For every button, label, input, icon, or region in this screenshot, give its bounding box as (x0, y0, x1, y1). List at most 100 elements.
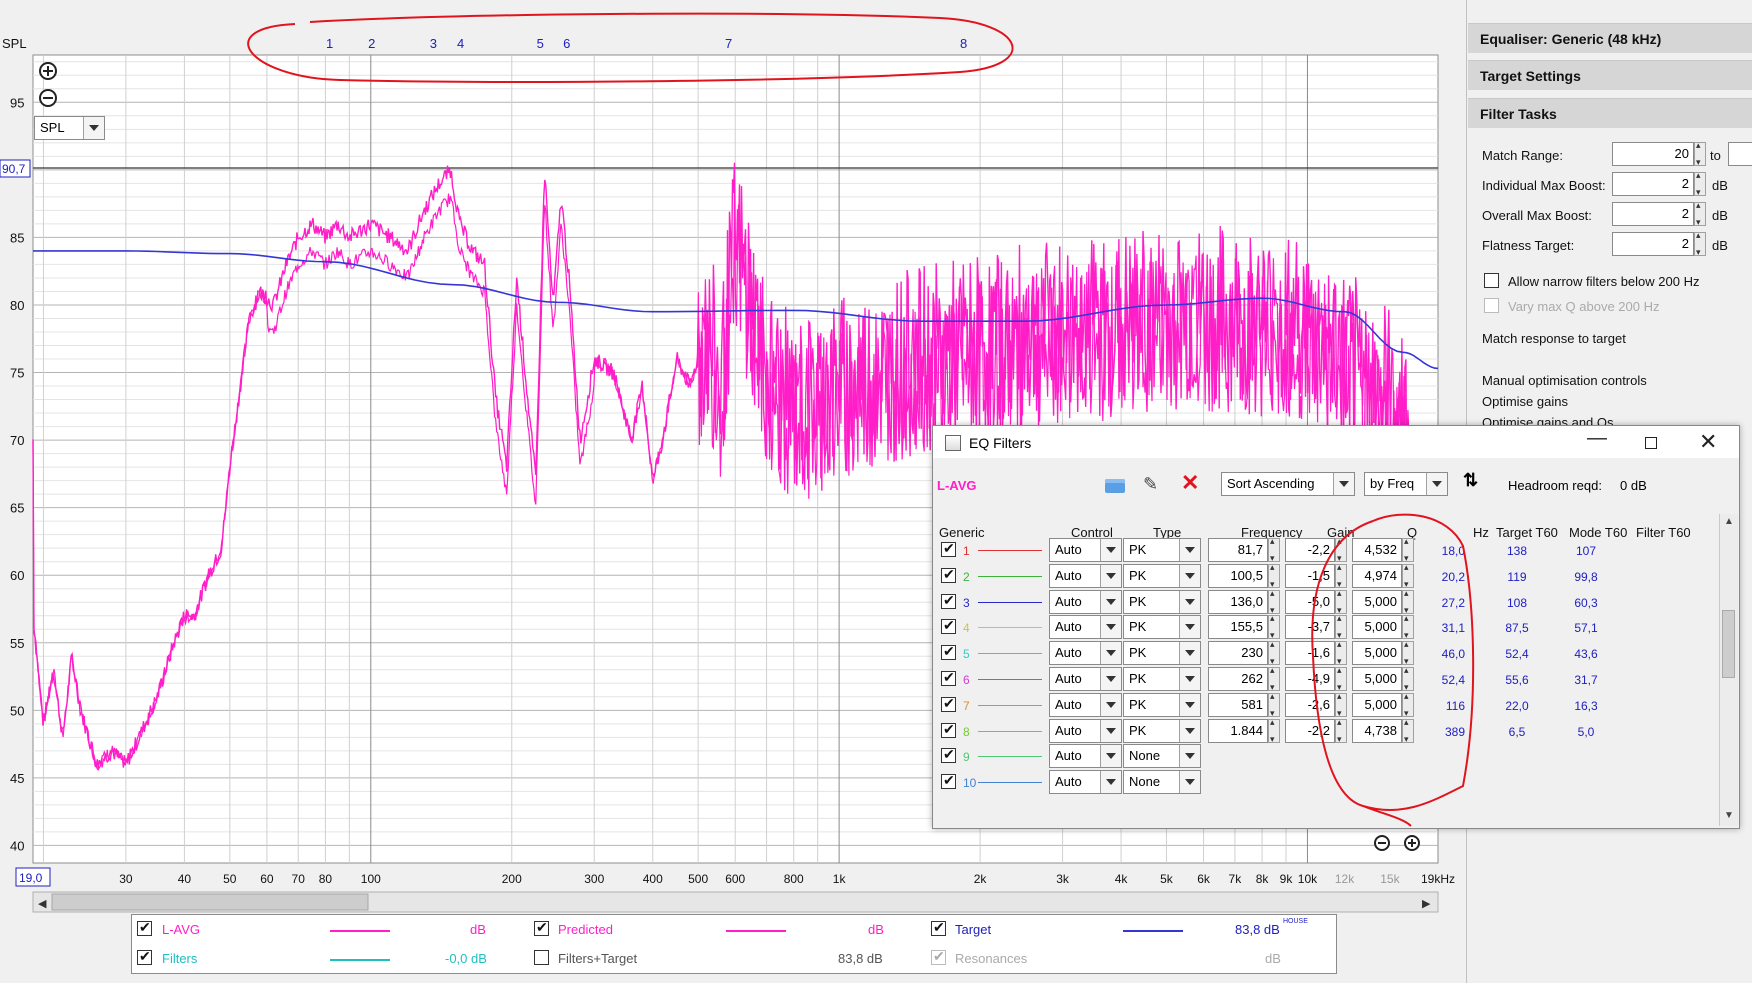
scroll-up-icon[interactable]: ▲ (1724, 516, 1734, 527)
legend-box (131, 914, 1337, 974)
match-range-input[interactable]: 20 (1612, 142, 1694, 166)
match-range-stepper[interactable] (1694, 140, 1706, 168)
x-tick-label: 12k (1335, 872, 1355, 886)
x-tick-label: 1k (833, 872, 847, 886)
y-tick-label: 85 (10, 230, 24, 245)
lavg-legend-value: dB (470, 922, 486, 937)
equaliser-header[interactable]: Equaliser: Generic (48 kHz) (1468, 23, 1752, 53)
overall-max-boost-unit: dB (1712, 208, 1728, 223)
y-tick-label: 65 (10, 501, 24, 516)
flatness-target-label: Flatness Target: (1482, 238, 1575, 253)
manual-optimisation-label: Manual optimisation controls (1482, 373, 1647, 388)
x-tick-label: 3k (1056, 872, 1070, 886)
spl-mode-value: SPL (40, 120, 65, 135)
x-tick-label: 600 (725, 872, 745, 886)
eq-scrollbar-thumb[interactable] (1722, 610, 1735, 678)
filter-tasks-header[interactable]: Filter Tasks (1468, 98, 1752, 128)
filter-marker[interactable]: 7 (725, 36, 732, 51)
y-tick-label: 70 (10, 433, 24, 448)
x-tick-label: 70 (292, 872, 306, 886)
overall-max-boost-input[interactable]: 2 (1612, 202, 1694, 226)
target-checkbox[interactable] (931, 919, 946, 936)
x-tick-label: 400 (643, 872, 663, 886)
match-range-upper-input[interactable] (1728, 142, 1752, 166)
x-tick-label: 15k (1380, 872, 1400, 886)
x-tick-label: 7k (1229, 872, 1243, 886)
filters-target-legend-label: Filters+Target (558, 951, 638, 966)
predicted-checkbox[interactable] (534, 919, 549, 936)
filter-marker[interactable]: 6 (563, 36, 570, 51)
zoom-out-icon[interactable] (39, 89, 57, 107)
target-settings-header[interactable]: Target Settings (1468, 60, 1752, 90)
x-tick-label: 80 (319, 872, 333, 886)
filter-marker[interactable]: 1 (326, 36, 333, 51)
y-axis-title: SPL (2, 36, 27, 51)
indiv-max-boost-input[interactable]: 2 (1612, 172, 1694, 196)
optimise-gains-button[interactable]: Optimise gains (1482, 394, 1568, 409)
lavg-legend-label: L-AVG (162, 922, 201, 937)
match-response-button[interactable]: Match response to target (1482, 331, 1626, 346)
indiv-max-boost-label: Individual Max Boost: (1482, 178, 1606, 193)
x-tick-label: 100 (361, 872, 381, 886)
zoom-in-icon[interactable] (39, 62, 57, 80)
predicted-legend-swatch (726, 930, 786, 932)
indiv-max-boost-unit: dB (1712, 178, 1728, 193)
target-legend-value: 83,8 dB (1235, 922, 1280, 937)
flatness-target-unit: dB (1712, 238, 1728, 253)
flatness-target-stepper[interactable] (1694, 230, 1706, 258)
overall-max-boost-stepper[interactable] (1694, 200, 1706, 228)
filter-marker[interactable]: 5 (537, 36, 544, 51)
eq-filters-window[interactable]: EQ Filters — ✕ L-AVG ✎ ✕ Sort Ascending … (932, 425, 1740, 829)
filter-marker[interactable]: 4 (457, 36, 464, 51)
chevron-down-icon[interactable] (83, 117, 104, 139)
y-tick-label: 40 (10, 838, 24, 853)
allow-narrow-checkbox[interactable] (1484, 273, 1499, 288)
y-tick-label: 60 (10, 568, 24, 583)
match-range-label: Match Range: (1482, 148, 1563, 163)
x-tick-label: 60 (260, 872, 274, 886)
filter-marker[interactable]: 3 (430, 36, 437, 51)
x-tick-label: 50 (223, 872, 237, 886)
match-range-to-label: to (1710, 148, 1721, 163)
y-tick-label: 95 (10, 95, 24, 110)
scroll-down-icon[interactable]: ▼ (1724, 810, 1734, 821)
y-tick-label: 50 (10, 703, 24, 718)
lavg-checkbox[interactable] (137, 919, 152, 936)
x-tick-label: 6k (1197, 872, 1211, 886)
target-legend-sup: HOUSE (1283, 918, 1308, 925)
resonances-checkbox[interactable] (931, 948, 946, 965)
flatness-target-input[interactable]: 2 (1612, 232, 1694, 256)
x-tick-label: 40 (178, 872, 192, 886)
x-tick-label: 2k (974, 872, 988, 886)
filters-legend-swatch (330, 959, 390, 961)
overall-max-boost-label: Overall Max Boost: (1482, 208, 1592, 223)
scrollbar-thumb[interactable] (51, 893, 369, 911)
filter-marker[interactable]: 2 (368, 36, 375, 51)
y-cursor-readout: 90,7 (2, 162, 26, 176)
y-tick-label: 80 (10, 298, 24, 313)
scroll-left-icon[interactable]: ◀ (38, 898, 47, 910)
y-tick-label: 45 (10, 771, 24, 786)
spl-mode-select[interactable]: SPL (34, 116, 105, 140)
vary-max-q-checkbox[interactable] (1484, 298, 1499, 313)
filter-marker[interactable]: 8 (960, 36, 967, 51)
filters-target-checkbox[interactable] (534, 950, 549, 965)
x-tick-label: 19kHz (1421, 872, 1455, 886)
eq-vertical-scrollbar[interactable]: ▲ ▼ (1719, 514, 1738, 826)
zoom-in-icon[interactable] (1404, 835, 1420, 851)
x-tick-label: 10k (1298, 872, 1318, 886)
predicted-legend-value: dB (868, 922, 884, 937)
lavg-legend-swatch (330, 930, 390, 932)
predicted-legend-label: Predicted (558, 922, 613, 937)
x-tick-label: 300 (584, 872, 604, 886)
x-tick-label: 9k (1280, 872, 1294, 886)
resonances-legend-value: dB (1265, 951, 1281, 966)
x-tick-label: 8k (1256, 872, 1270, 886)
zoom-out-icon[interactable] (1374, 835, 1390, 851)
scroll-right-icon[interactable]: ▶ (1422, 898, 1431, 910)
x-tick-label: 5k (1160, 872, 1174, 886)
indiv-max-boost-stepper[interactable] (1694, 170, 1706, 198)
x-cursor-readout: 19,0 (19, 871, 43, 885)
filters-checkbox[interactable] (137, 948, 152, 965)
x-tick-label: 30 (119, 872, 133, 886)
